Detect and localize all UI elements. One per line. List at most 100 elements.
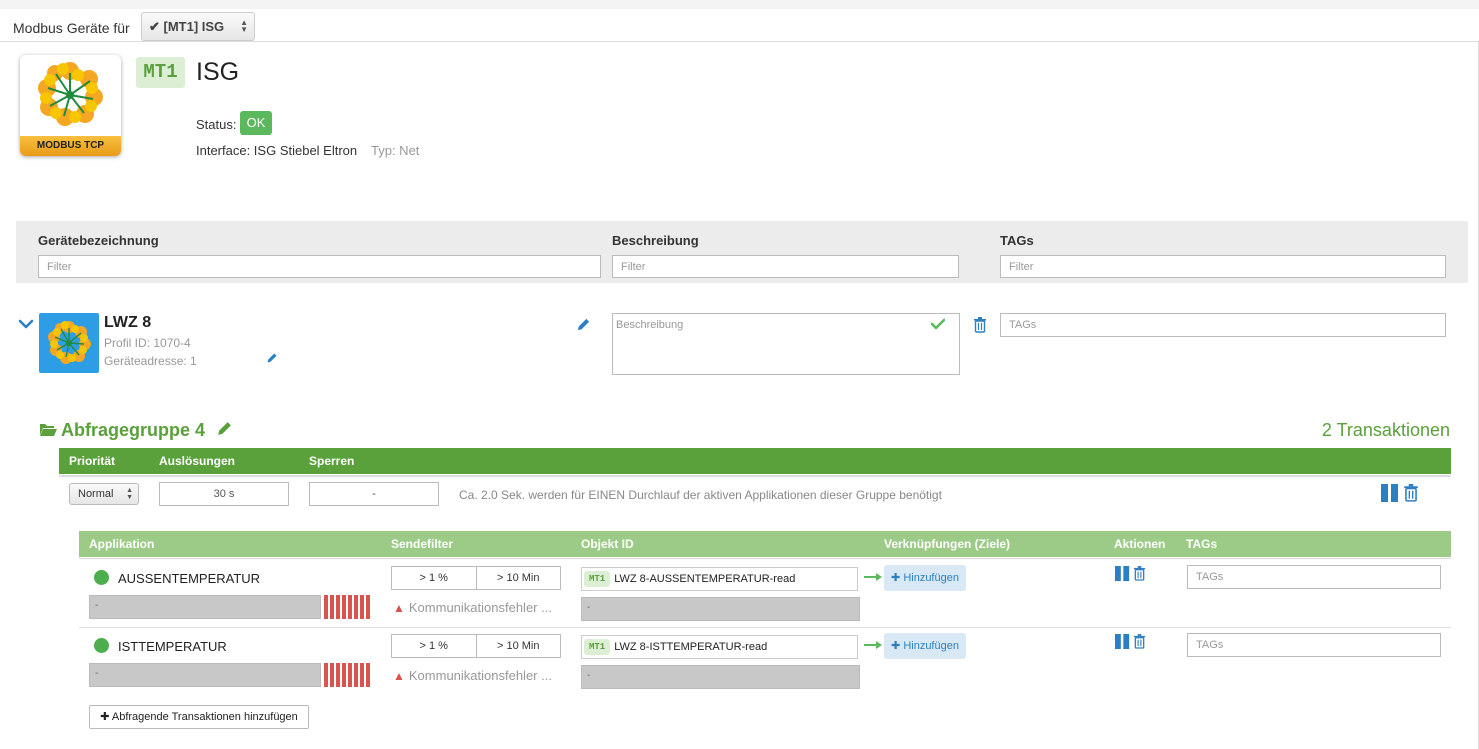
- plus-icon: ✚: [891, 640, 904, 652]
- error-text: ▲ Kommunikationsfehler ...: [393, 668, 552, 683]
- row-divider: [79, 627, 1451, 628]
- arrow-right-icon: [864, 573, 882, 581]
- add-transactions-label: Abfragende Transaktionen hinzufügen: [111, 711, 298, 723]
- th-tags: TAGs: [1186, 537, 1218, 551]
- group-divider: [59, 475, 1451, 477]
- network-flower-icon: [38, 62, 103, 126]
- pause-icon[interactable]: [1115, 634, 1130, 649]
- group-note: Ca. 2.0 Sek. werden für EINEN Durchlauf …: [459, 488, 942, 502]
- filter-panel: Gerätebezeichnung Beschreibung TAGs: [16, 221, 1468, 283]
- pause-icon[interactable]: [1115, 566, 1130, 581]
- sendfilter-percent[interactable]: > 1 %: [392, 567, 476, 589]
- device-selector-dropdown[interactable]: ✔ [MT1] ISG ▲ ▼: [141, 12, 255, 41]
- mt-badge: MT1: [136, 57, 185, 88]
- object-value-bar: -: [581, 665, 860, 689]
- th-actions: Aktionen: [1114, 537, 1166, 551]
- error-history-bars: [324, 595, 370, 619]
- status-label: Status:: [196, 117, 237, 132]
- add-link-button[interactable]: ✚ Hinzufügen: [884, 565, 966, 591]
- application-name: AUSSENTEMPERATUR: [118, 571, 261, 586]
- group-title-text: Abfragegruppe 4: [61, 420, 206, 440]
- filter-label-description: Beschreibung: [612, 233, 699, 248]
- application-name: ISTTEMPERATUR: [118, 639, 227, 654]
- filter-description-input[interactable]: [612, 255, 959, 278]
- warning-icon: ▲: [393, 669, 405, 683]
- device-selector-bar: Modbus Geräte für ✔ [MT1] ISG ▲ ▼: [0, 0, 1479, 42]
- folder-open-icon: [40, 424, 57, 436]
- group-head-priority: Priorität: [69, 454, 116, 468]
- pencil-icon[interactable]: [576, 317, 591, 332]
- filter-label-name: Gerätebezeichnung: [38, 233, 159, 248]
- modbus-tcp-logo: MODBUS TCP: [20, 55, 121, 156]
- th-links: Verknüpfungen (Ziele): [884, 537, 1011, 551]
- checkmark-icon[interactable]: [931, 318, 945, 330]
- device-profile-id: Profil ID: 1070-4: [104, 336, 191, 350]
- error-text: ▲ Kommunikationsfehler ...: [393, 600, 552, 615]
- sendfilter-time[interactable]: > 10 Min: [475, 567, 561, 589]
- status-bar: -: [89, 595, 321, 619]
- add-link-label: Hinzufügen: [903, 640, 959, 652]
- sendfilter-box[interactable]: > 1 % > 10 Min: [391, 566, 561, 590]
- trash-icon[interactable]: [1133, 634, 1146, 649]
- th-sendfilter: Sendefilter: [391, 537, 454, 551]
- object-id-field[interactable]: MT1 LWZ 8-AUSSENTEMPERATUR-read: [581, 567, 858, 591]
- mt-badge: MT1: [584, 571, 611, 587]
- add-link-label: Hinzufügen: [903, 572, 959, 584]
- device-logo: [39, 313, 99, 373]
- object-id-text: LWZ 8-ISTTEMPERATUR-read: [614, 641, 768, 653]
- object-value-bar: -: [581, 597, 860, 621]
- th-application: Applikation: [89, 537, 155, 551]
- device-name: LWZ 8: [104, 314, 152, 331]
- trash-icon[interactable]: [1403, 484, 1419, 502]
- transaction-tags-input[interactable]: [1187, 565, 1441, 589]
- add-link-button[interactable]: ✚ Hinzufügen: [884, 633, 966, 659]
- status-badge: OK: [240, 111, 272, 135]
- select-arrows-icon: ▲ ▼: [126, 487, 133, 501]
- transaction-count: 2 Transaktionen: [1321, 420, 1450, 440]
- device-selector-label: Modbus Geräte für: [13, 20, 130, 36]
- group-header: Priorität Auslösungen Sperren: [59, 448, 1451, 474]
- pencil-icon[interactable]: [266, 352, 278, 364]
- plus-icon: ✚: [891, 572, 904, 584]
- object-id-text: LWZ 8-AUSSENTEMPERATUR-read: [614, 573, 796, 585]
- th-object-id: Objekt ID: [581, 537, 634, 551]
- mt-badge: MT1: [584, 639, 611, 655]
- status-dot: [94, 570, 109, 585]
- pencil-icon[interactable]: [216, 420, 233, 437]
- row-divider: [79, 558, 1451, 559]
- device-description-input[interactable]: [612, 313, 960, 375]
- trash-icon[interactable]: [1133, 566, 1146, 581]
- sendfilter-box[interactable]: > 1 % > 10 Min: [391, 634, 561, 658]
- locks-input[interactable]: [309, 482, 439, 506]
- chevron-down-icon[interactable]: [18, 318, 34, 330]
- object-id-field[interactable]: MT1 LWZ 8-ISTTEMPERATUR-read: [581, 635, 858, 659]
- device-tags-input[interactable]: [1000, 313, 1446, 337]
- add-transactions-button[interactable]: ✚ Abfragende Transaktionen hinzufügen: [89, 705, 309, 729]
- error-history-bars: [324, 663, 370, 687]
- type-text: Typ: Net: [371, 143, 420, 158]
- group-title: Abfragegruppe 4: [39, 420, 233, 441]
- trash-icon[interactable]: [973, 317, 987, 333]
- status-bar: -: [89, 663, 321, 687]
- sendfilter-percent[interactable]: > 1 %: [392, 635, 476, 657]
- transactions-table-header: Applikation Sendefilter Objekt ID Verknü…: [79, 531, 1451, 557]
- page-title: ISG: [196, 58, 240, 86]
- plus-icon: ✚: [100, 711, 112, 723]
- warning-icon: ▲: [393, 601, 405, 615]
- triggers-input[interactable]: [159, 482, 289, 506]
- priority-value: Normal: [78, 488, 114, 500]
- modbus-tcp-label: MODBUS TCP: [20, 136, 121, 156]
- filter-tags-input[interactable]: [1000, 255, 1446, 278]
- interface-text: Interface: ISG Stiebel Eltron: [196, 143, 358, 158]
- pause-icon[interactable]: [1381, 484, 1399, 502]
- group-head-locks: Sperren: [309, 454, 355, 468]
- network-flower-icon: [48, 321, 91, 364]
- filter-name-input[interactable]: [38, 255, 601, 278]
- group-head-triggers: Auslösungen: [159, 454, 236, 468]
- error-message: Kommunikationsfehler ...: [408, 600, 552, 615]
- select-arrows-icon: ▲ ▼: [240, 18, 248, 34]
- device-address: Geräteadresse: 1: [104, 354, 197, 368]
- transaction-tags-input[interactable]: [1187, 633, 1441, 657]
- sendfilter-time[interactable]: > 10 Min: [475, 635, 561, 657]
- priority-select[interactable]: Normal ▲ ▼: [69, 483, 139, 505]
